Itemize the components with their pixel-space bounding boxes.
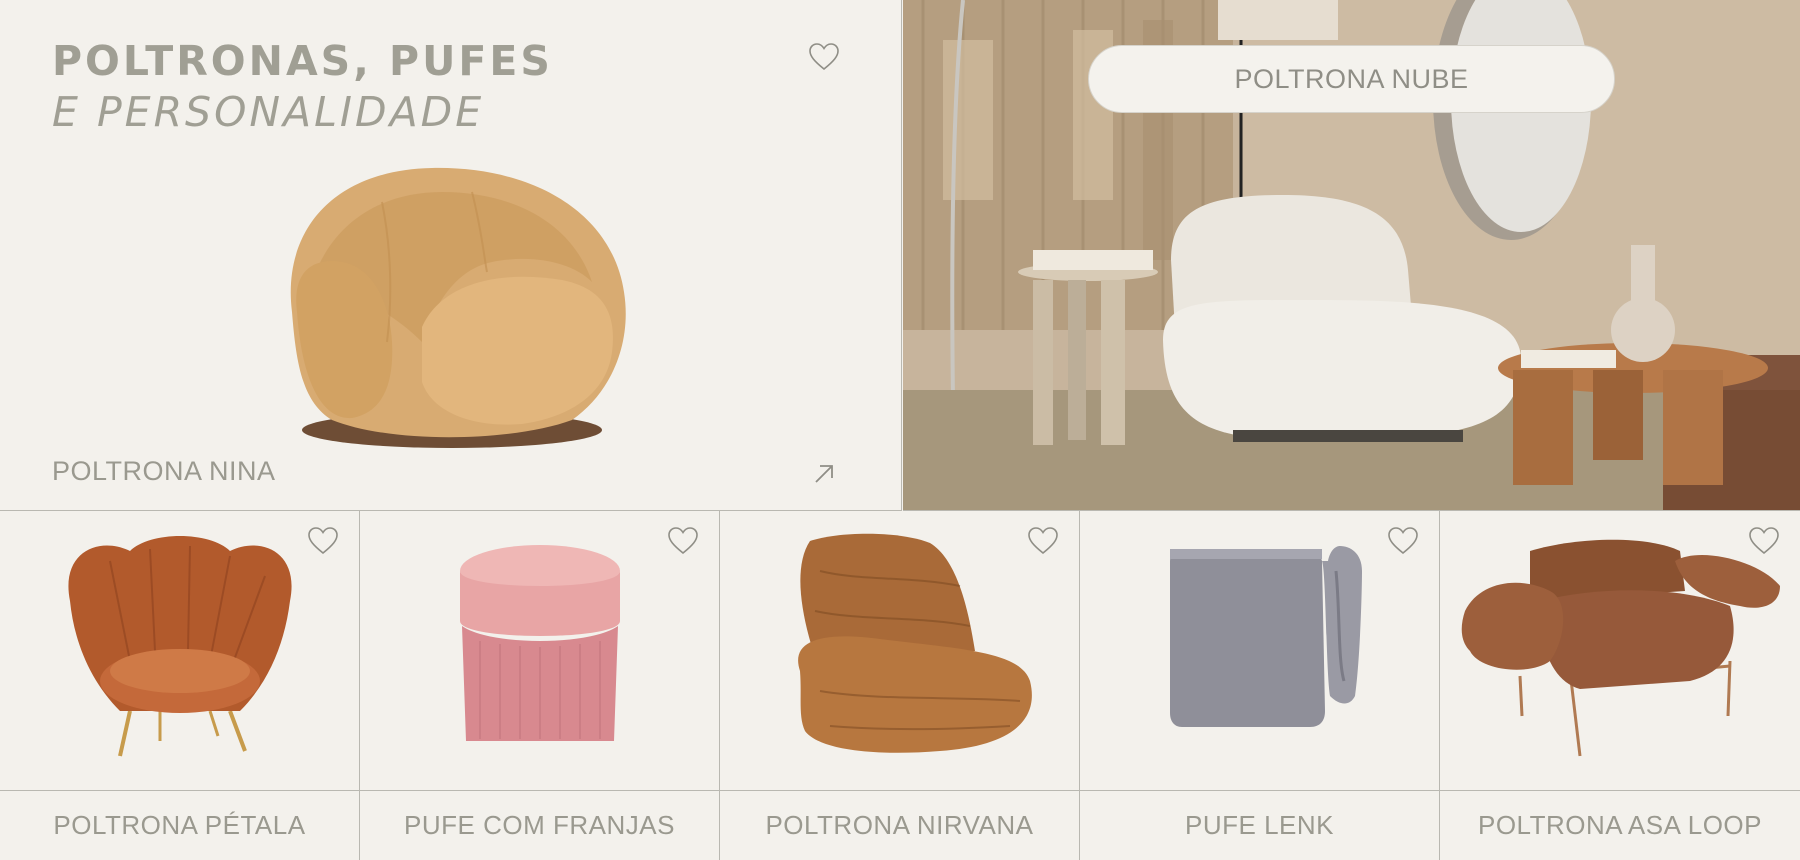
favorite-heart-icon[interactable] [667,526,699,556]
product-image-area[interactable] [360,511,719,791]
headline-line-2: E PERSONALIDADE [52,88,485,136]
product-name[interactable]: POLTRONA NIRVANA [720,791,1079,860]
favorite-heart-icon[interactable] [307,526,339,556]
featured-product-card[interactable]: POLTRONAS, PUFES E PERSONALIDADE POLTRON… [0,0,902,511]
ambient-photo[interactable]: POLTRONA NUBE [903,0,1800,511]
favorite-heart-icon[interactable] [1387,526,1419,556]
product-image-area[interactable] [0,511,359,791]
poltrona-nina-image[interactable] [272,162,634,452]
product-name[interactable]: PUFE LENK [1080,791,1439,860]
product-image-area[interactable] [1080,511,1439,791]
pufe-lenk-image [1169,546,1362,727]
poltrona-petala-image [67,536,292,757]
collection-headline: POLTRONAS, PUFES E PERSONALIDADE [52,36,553,138]
arrow-up-right-icon[interactable] [812,462,836,486]
pufe-com-franjas-image [459,545,620,741]
favorite-heart-icon[interactable] [808,42,840,72]
product-image-area[interactable] [720,511,1079,791]
product-image-area[interactable] [1440,511,1800,791]
favorite-heart-icon[interactable] [1748,526,1780,556]
product-card[interactable]: PUFE LENK [1080,511,1440,860]
product-name[interactable]: PUFE COM FRANJAS [360,791,719,860]
product-card[interactable]: PUFE COM FRANJAS [360,511,720,860]
product-name[interactable]: POLTRONA PÉTALA [0,791,359,860]
headline-line-1: POLTRONAS, PUFES [52,37,553,85]
product-grid: POLTRONA PÉTALA PUFE COM FRANJAS POLTRON… [0,511,1800,860]
product-card[interactable]: POLTRONA PÉTALA [0,511,360,860]
product-card[interactable]: POLTRONA ASA LOOP [1440,511,1800,860]
featured-product-name[interactable]: POLTRONA NINA [52,456,276,487]
page: POLTRONAS, PUFES E PERSONALIDADE POLTRON… [0,0,1800,860]
poltrona-asa-loop-image [1461,539,1780,757]
product-card[interactable]: POLTRONA NIRVANA [720,511,1080,860]
product-name[interactable]: POLTRONA ASA LOOP [1440,791,1800,860]
favorite-heart-icon[interactable] [1027,526,1059,556]
poltrona-nirvana-image [797,533,1032,753]
ambient-product-tag[interactable]: POLTRONA NUBE [1088,45,1615,113]
